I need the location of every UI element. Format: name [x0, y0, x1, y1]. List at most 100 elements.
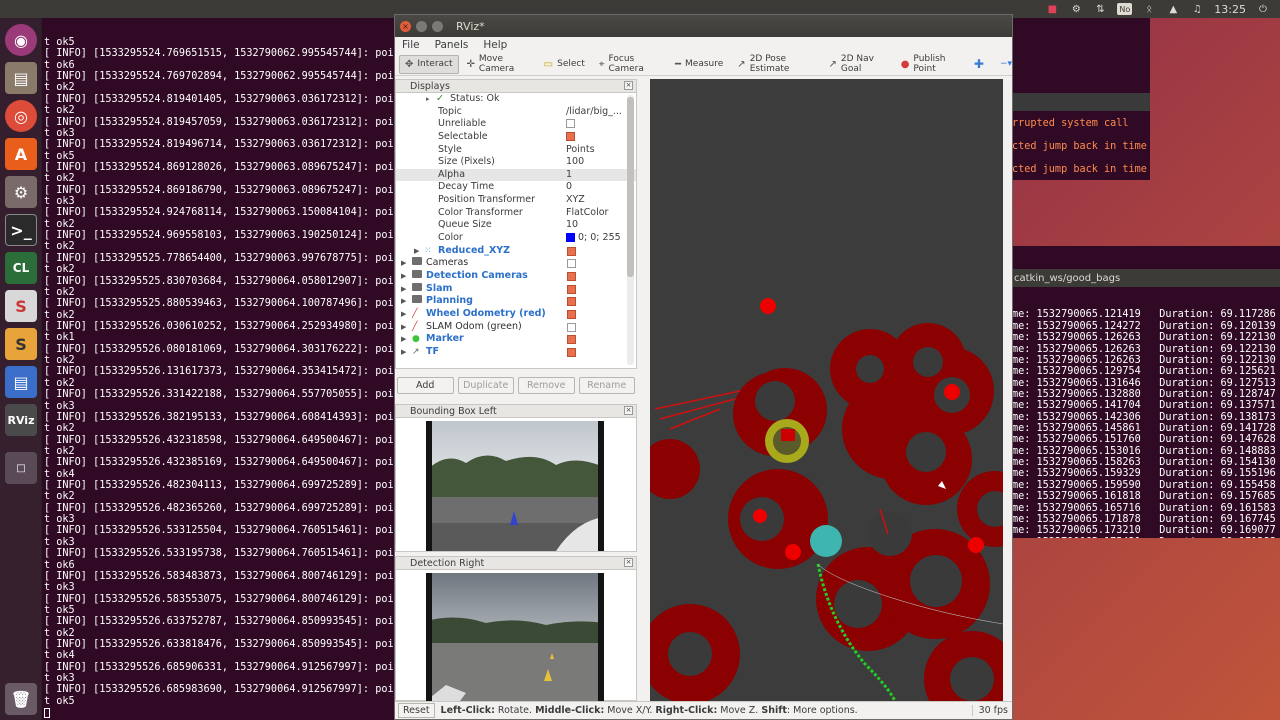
- display-enable-checkbox[interactable]: [567, 309, 576, 319]
- keyboard-layout-badge[interactable]: No: [1117, 3, 1133, 15]
- expand-arrow-icon[interactable]: ▶: [401, 257, 406, 270]
- expand-arrow-icon[interactable]: ▶: [401, 295, 406, 308]
- display-item[interactable]: ▶ Planning: [396, 295, 636, 308]
- sublime-icon[interactable]: S: [5, 328, 37, 360]
- bluetooth-icon[interactable]: ᛟ: [1142, 3, 1156, 15]
- display-item[interactable]: ▶ ● Marker: [396, 333, 636, 346]
- volume-icon[interactable]: ♫: [1190, 3, 1204, 15]
- writer-icon[interactable]: ▤: [5, 366, 37, 398]
- camera-image-right[interactable]: [426, 573, 604, 701]
- menu-file[interactable]: File: [402, 39, 420, 51]
- expand-arrow-icon[interactable]: ▶: [401, 283, 406, 296]
- power-icon[interactable]: ⏻: [1256, 3, 1270, 15]
- chrome-icon[interactable]: ◎: [5, 100, 37, 132]
- interact-tool[interactable]: ✥ Interact: [399, 54, 459, 74]
- select-tool[interactable]: ▭ Select: [538, 55, 591, 74]
- system-settings-icon[interactable]: ⚙: [5, 176, 37, 208]
- camera-image-left[interactable]: [426, 421, 604, 551]
- software-center-icon[interactable]: A: [5, 138, 37, 170]
- property-value[interactable]: FlatColor: [566, 207, 608, 220]
- 2d-nav-goal-tool[interactable]: ↗ 2D Nav Goal: [823, 50, 893, 78]
- display-item[interactable]: ▶ ↗ TF: [396, 346, 636, 359]
- record-icon[interactable]: ■: [1045, 3, 1059, 15]
- 3d-viewport[interactable]: [650, 79, 1003, 701]
- property-value[interactable]: /lidar/big_...: [566, 106, 622, 119]
- property-row[interactable]: Selectable: [396, 131, 636, 144]
- property-value[interactable]: 100: [566, 156, 584, 169]
- publish-point-tool[interactable]: ● Publish Point: [895, 50, 966, 78]
- 2d-pose-estimate-tool[interactable]: ↗ 2D Pose Estimate: [731, 50, 820, 78]
- focus-camera-tool[interactable]: ⌖ Focus Camera: [593, 50, 667, 78]
- close-icon[interactable]: ×: [400, 20, 411, 32]
- toolbar-menu-icon[interactable]: −▾: [1000, 59, 1012, 69]
- expand-arrow-icon[interactable]: ▶: [401, 333, 406, 346]
- property-value[interactable]: Points: [566, 144, 595, 157]
- display-enable-checkbox[interactable]: [567, 297, 576, 307]
- color-swatch[interactable]: [566, 233, 575, 243]
- scrollbar-thumb[interactable]: [627, 97, 634, 277]
- terminal-left[interactable]: t ok5[ INFO] [1533295524.769651515, 1532…: [42, 18, 394, 720]
- display-enable-checkbox[interactable]: [567, 259, 576, 269]
- duplicate-button[interactable]: Duplicate: [457, 377, 514, 394]
- ubuntu-logo-icon[interactable]: ◉: [5, 24, 37, 56]
- display-enable-checkbox[interactable]: [567, 246, 576, 256]
- display-item[interactable]: ▶ Cameras: [396, 257, 636, 270]
- property-row[interactable]: Size (Pixels) 100: [396, 156, 636, 169]
- maximize-icon[interactable]: [432, 20, 443, 32]
- property-row[interactable]: Unreliable: [396, 118, 636, 131]
- move-camera-tool[interactable]: ✛ Move Camera: [461, 50, 536, 78]
- display-item[interactable]: ▶ Slam: [396, 282, 636, 296]
- files-icon[interactable]: ▤: [5, 62, 37, 94]
- display-tree[interactable]: ▸ ✓ Status: Ok Topic/lidar/big_... Unreli…: [396, 93, 636, 358]
- expand-arrow-icon[interactable]: ▶: [401, 308, 406, 321]
- workspace-switcher-icon[interactable]: □: [5, 452, 37, 484]
- add-button[interactable]: Add: [397, 377, 454, 394]
- display-item[interactable]: ▶ Detection Cameras: [396, 269, 636, 283]
- close-icon[interactable]: ×: [624, 558, 633, 567]
- clion-icon[interactable]: CL: [5, 252, 37, 284]
- close-icon[interactable]: ×: [624, 81, 633, 90]
- close-icon[interactable]: ×: [624, 406, 633, 415]
- trash-icon[interactable]: 🗑: [5, 683, 37, 715]
- expand-arrow-icon[interactable]: ▶: [414, 245, 419, 258]
- rviz-icon[interactable]: RViz: [5, 404, 37, 436]
- property-value[interactable]: 1: [566, 169, 572, 182]
- rviz-titlebar[interactable]: × RViz*: [395, 15, 1012, 37]
- measure-tool[interactable]: ━ Measure: [669, 55, 729, 74]
- display-enable-checkbox[interactable]: [567, 347, 576, 357]
- property-value[interactable]: 0; 0; 255: [566, 232, 621, 245]
- wifi-icon[interactable]: ▲: [1166, 3, 1180, 15]
- expand-arrow-icon[interactable]: ▶: [401, 270, 406, 283]
- display-item[interactable]: ▶ ╱ Wheel Odometry (red): [396, 308, 636, 321]
- property-row[interactable]: Queue Size 10: [396, 219, 636, 232]
- display-enable-checkbox[interactable]: [567, 271, 576, 281]
- display-item[interactable]: ▶ ╱ SLAM Odom (green): [396, 321, 636, 334]
- property-value[interactable]: 10: [566, 219, 578, 232]
- minimize-icon[interactable]: [416, 20, 427, 32]
- display-enable-checkbox[interactable]: [567, 284, 576, 294]
- remove-button[interactable]: Remove: [518, 377, 575, 394]
- property-row[interactable]: Style Points: [396, 144, 636, 157]
- display-item[interactable]: ▶ ⁙ Reduced_XYZ: [396, 245, 636, 258]
- status-row[interactable]: ▸ ✓ Status: Ok: [396, 93, 636, 106]
- slack-icon[interactable]: S: [5, 290, 37, 322]
- clock[interactable]: 13:25: [1214, 3, 1246, 16]
- expand-arrow-icon[interactable]: ▸: [426, 93, 430, 106]
- scrollbar[interactable]: [627, 95, 634, 365]
- network-icon[interactable]: ⇅: [1093, 3, 1107, 15]
- terminal-icon[interactable]: >_: [5, 214, 37, 246]
- terminal-right-top[interactable]: rrupted system call cted jump back in tim…: [1012, 18, 1150, 180]
- property-row[interactable]: Alpha 1: [396, 168, 636, 182]
- display-enable-checkbox[interactable]: [567, 335, 576, 345]
- property-row[interactable]: Color Transformer FlatColor: [396, 207, 636, 220]
- expand-arrow-icon[interactable]: ▶: [401, 346, 406, 359]
- rename-button[interactable]: Rename: [578, 377, 635, 394]
- terminal-rosbag[interactable]: catkin_ws/good_bags me: 1532790065.12141…: [1012, 246, 1280, 538]
- property-row[interactable]: Position Transformer XYZ: [396, 194, 636, 207]
- expand-arrow-icon[interactable]: ▶: [401, 321, 406, 334]
- property-row[interactable]: Decay Time 0: [396, 181, 636, 194]
- settings-icon[interactable]: ⚙: [1069, 3, 1083, 15]
- display-enable-checkbox[interactable]: [567, 322, 576, 332]
- reset-button[interactable]: Reset: [398, 703, 435, 718]
- property-row[interactable]: Color 0; 0; 255: [396, 232, 636, 245]
